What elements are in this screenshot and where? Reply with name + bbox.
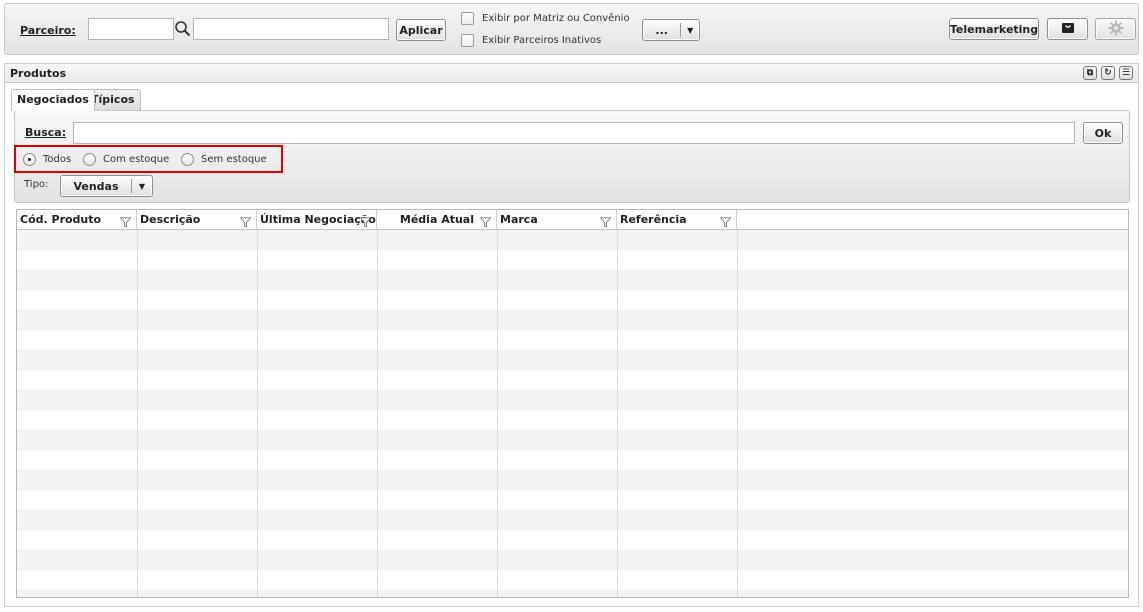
table-row[interactable] <box>17 430 1128 450</box>
gear-icon <box>1108 20 1124 39</box>
column-header-label: Média Atual <box>399 213 474 226</box>
ok-button[interactable]: Ok <box>1083 122 1123 144</box>
list-settings-icon[interactable]: ☰ <box>1119 66 1133 80</box>
column-header-label: Descrição <box>140 213 201 226</box>
table-row[interactable] <box>17 390 1128 410</box>
column-header[interactable]: Média Atual <box>377 210 497 230</box>
column-header-label: Referência <box>620 213 687 226</box>
column-header[interactable]: Última Negociação <box>257 210 377 230</box>
table-row[interactable] <box>17 310 1128 330</box>
filter-funnel-icon[interactable] <box>359 215 372 228</box>
restore-window-icon[interactable]: ⧉ <box>1083 66 1097 80</box>
parceiro-name-input[interactable] <box>193 18 389 40</box>
telemarketing-button[interactable]: Telemarketing <box>949 18 1039 40</box>
column-divider <box>497 230 498 597</box>
column-divider <box>617 230 618 597</box>
column-header-label: Última Negociação <box>260 213 376 226</box>
table-row[interactable] <box>17 590 1128 597</box>
table-row[interactable] <box>17 250 1128 270</box>
parceiro-label: Parceiro: <box>20 24 76 37</box>
column-header-label: Marca <box>500 213 538 226</box>
column-divider <box>137 230 138 597</box>
column-divider <box>737 230 738 597</box>
settings-button[interactable] <box>1095 18 1136 40</box>
table-row[interactable] <box>17 290 1128 310</box>
table-row[interactable] <box>17 470 1128 490</box>
matriz-checkbox-label: Exibir por Matriz ou Convênio <box>482 13 630 24</box>
table-row[interactable] <box>17 370 1128 390</box>
filter-funnel-icon[interactable] <box>239 215 252 228</box>
table-row[interactable] <box>17 510 1128 530</box>
parceiro-code-input[interactable] <box>88 18 174 40</box>
filter-funnel-icon[interactable] <box>719 215 732 228</box>
table-row[interactable] <box>17 330 1128 350</box>
search-icon[interactable] <box>174 20 192 38</box>
shopping-bag-button[interactable] <box>1047 18 1088 40</box>
column-header-label: Cód. Produto <box>20 213 102 226</box>
column-header[interactable]: Cód. Produto <box>17 210 137 230</box>
table-row[interactable] <box>17 410 1128 430</box>
aplicar-button[interactable]: Aplicar <box>396 19 446 41</box>
column-header[interactable]: Descrição <box>137 210 257 230</box>
busca-input[interactable] <box>73 122 1075 144</box>
inativos-checkbox[interactable] <box>461 34 474 47</box>
top-toolbar: Parceiro: Aplicar Exibir por Matriz ou C… <box>4 3 1139 55</box>
table-row[interactable] <box>17 270 1128 290</box>
table-row[interactable] <box>17 230 1128 250</box>
produtos-grid: Cód. Produto Descrição Última Negociação Mé… <box>16 209 1129 598</box>
tipo-select[interactable]: Vendas ▼ <box>60 175 153 197</box>
table-row[interactable] <box>17 530 1128 550</box>
column-header[interactable]: Marca <box>497 210 617 230</box>
shopping-bag-icon <box>1061 21 1075 37</box>
tab-negociados[interactable]: Negociados <box>11 89 95 111</box>
busca-label: Busca: <box>25 126 67 139</box>
filter-funnel-icon[interactable] <box>599 215 612 228</box>
stock-filter-highlight <box>14 145 283 173</box>
column-divider <box>377 230 378 597</box>
table-row[interactable] <box>17 450 1128 470</box>
table-row[interactable] <box>17 350 1128 370</box>
tipo-label: Tipo: <box>24 179 49 190</box>
panel-title: Produtos <box>10 67 67 80</box>
table-row[interactable] <box>17 490 1128 510</box>
produtos-panel-header: Produtos ⧉ ↻ ☰ <box>4 63 1139 82</box>
table-row[interactable] <box>17 550 1128 570</box>
refresh-icon[interactable]: ↻ <box>1101 66 1115 80</box>
grid-rows <box>17 230 1128 597</box>
grid-header: Cód. Produto Descrição Última Negociação Mé… <box>17 210 1128 230</box>
tipo-select-value: Vendas <box>73 179 119 193</box>
inativos-checkbox-label: Exibir Parceiros Inativos <box>482 35 602 46</box>
chevron-down-icon: ▼ <box>138 181 146 191</box>
filter-funnel-icon[interactable] <box>479 215 492 228</box>
chevron-down-icon: ▼ <box>687 25 694 35</box>
table-row[interactable] <box>17 570 1128 590</box>
more-options-label: ... <box>655 23 668 37</box>
matriz-checkbox[interactable] <box>461 12 474 25</box>
column-header[interactable]: Referência <box>617 210 737 230</box>
column-divider <box>257 230 258 597</box>
more-options-dropdown[interactable]: ... ▼ <box>642 19 700 41</box>
filter-funnel-icon[interactable] <box>119 215 132 228</box>
